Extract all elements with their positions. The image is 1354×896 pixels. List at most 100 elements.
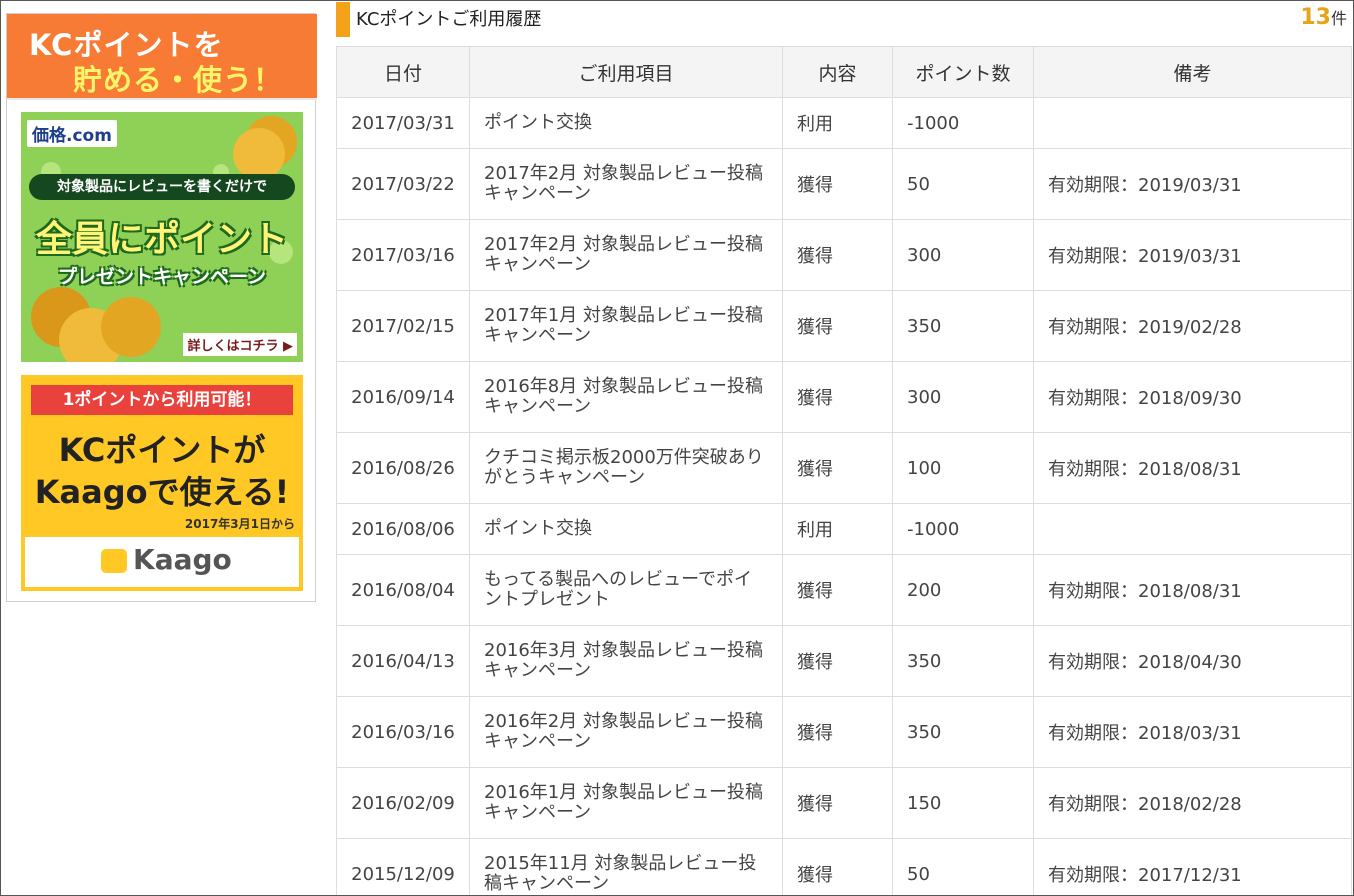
cell-type: 獲得 bbox=[782, 148, 893, 220]
header-item: ご利用項目 bbox=[469, 46, 783, 98]
cell-points: 350 bbox=[892, 290, 1034, 362]
cell-points: 350 bbox=[892, 696, 1034, 768]
cell-type: 獲得 bbox=[782, 219, 893, 291]
cell-date: 2017/03/16 bbox=[336, 219, 470, 291]
cell-item: もってる製品へのレビューでポイントプレゼント bbox=[469, 554, 783, 626]
cell-points: 200 bbox=[892, 554, 1034, 626]
cell-note: 有効期限：2019/02/28 bbox=[1033, 290, 1352, 362]
header-points: ポイント数 bbox=[892, 46, 1034, 98]
cell-points: -1000 bbox=[892, 503, 1034, 555]
header-date: 日付 bbox=[336, 46, 470, 98]
kaago-logo: Kaago bbox=[133, 543, 232, 576]
cell-date: 2016/09/14 bbox=[336, 361, 470, 433]
cell-item: 2015年11月 対象製品レビュー投稿キャンペーン bbox=[469, 838, 783, 895]
cell-note bbox=[1033, 503, 1352, 555]
cell-date: 2017/03/22 bbox=[336, 148, 470, 220]
cell-date: 2016/08/06 bbox=[336, 503, 470, 555]
banner1-ribbon: 対象製品にレビューを書くだけで bbox=[29, 174, 295, 200]
cell-date: 2017/02/15 bbox=[336, 290, 470, 362]
cell-date: 2016/08/04 bbox=[336, 554, 470, 626]
page-title: KCポイントご利用履歴 bbox=[356, 9, 542, 30]
cell-points: 150 bbox=[892, 767, 1034, 839]
cell-item: 2016年3月 対象製品レビュー投稿キャンペーン bbox=[469, 625, 783, 697]
cell-item: ポイント交換 bbox=[469, 97, 783, 149]
details-link[interactable]: 詳しくはコチラ ▶ bbox=[183, 333, 297, 356]
cell-note: 有効期限：2018/03/31 bbox=[1033, 696, 1352, 768]
cell-points: 300 bbox=[892, 219, 1034, 291]
cell-points: 50 bbox=[892, 838, 1034, 895]
table-row: 2015/12/09 2015年11月 対象製品レビュー投稿キャンペーン 獲得 50 有… bbox=[336, 838, 1352, 895]
section-title-bar: KCポイントご利用履歴 13件 bbox=[336, 1, 1351, 39]
table-row: 2016/02/09 2016年1月 対象製品レビュー投稿キャンペーン 獲得 150 有… bbox=[336, 767, 1352, 839]
cell-points: 350 bbox=[892, 625, 1034, 697]
cell-item: 2017年1月 対象製品レビュー投稿キャンペーン bbox=[469, 290, 783, 362]
table-row: 2017/02/15 2017年1月 対象製品レビュー投稿キャンペーン 獲得 350 有… bbox=[336, 290, 1352, 362]
cell-date: 2016/02/09 bbox=[336, 767, 470, 839]
table-row: 2016/04/13 2016年3月 対象製品レビュー投稿キャンペーン 獲得 350 有… bbox=[336, 625, 1352, 697]
cell-item: クチコミ掲示板2000万件突破ありがとうキャンペーン bbox=[469, 432, 783, 504]
cell-item: 2016年8月 対象製品レビュー投稿キャンペーン bbox=[469, 361, 783, 433]
table-row: 2016/09/14 2016年8月 対象製品レビュー投稿キャンペーン 獲得 300 有… bbox=[336, 361, 1352, 433]
cell-date: 2016/04/13 bbox=[336, 625, 470, 697]
table-row: 2017/03/31 ポイント交換 利用 -1000 bbox=[336, 97, 1352, 149]
banner1-sub-text: プレゼントキャンペーン bbox=[57, 266, 267, 288]
cell-type: 獲得 bbox=[782, 554, 893, 626]
cell-type: 利用 bbox=[782, 503, 893, 555]
page-frame: KCポイントを 貯める・使う！ 価格.com 対象製品にレビューを書くだけで 全… bbox=[0, 0, 1354, 896]
cell-points: 50 bbox=[892, 148, 1034, 220]
record-count-unit: 件 bbox=[1330, 9, 1347, 28]
banner1-main-text: 全員にポイント bbox=[35, 219, 288, 260]
points-history-table: 日付 ご利用項目 内容 ポイント数 備考 2017/03/31 ポイント交換 利用 -1000… bbox=[336, 46, 1352, 895]
cell-type: 獲得 bbox=[782, 767, 893, 839]
banner2-ribbon: 1ポイントから利用可能！ bbox=[31, 385, 293, 415]
record-count-number: 13 bbox=[1300, 5, 1331, 30]
cell-type: 獲得 bbox=[782, 625, 893, 697]
cell-note: 有効期限：2018/08/31 bbox=[1033, 432, 1352, 504]
cell-points: -1000 bbox=[892, 97, 1034, 149]
cell-points: 100 bbox=[892, 432, 1034, 504]
cell-note: 有効期限：2019/03/31 bbox=[1033, 148, 1352, 220]
sidebar: KCポイントを 貯める・使う！ 価格.com 対象製品にレビューを書くだけで 全… bbox=[6, 13, 317, 602]
banner2-start-date: 2017年3月1日から bbox=[184, 517, 295, 531]
cell-date: 2017/03/31 bbox=[336, 97, 470, 149]
table-row: 2016/08/04 もってる製品へのレビューでポイントプレゼント 獲得 200 有効期… bbox=[336, 554, 1352, 626]
cell-type: 獲得 bbox=[782, 361, 893, 433]
cell-note: 有効期限：2018/02/28 bbox=[1033, 767, 1352, 839]
cell-note: 有効期限：2019/03/31 bbox=[1033, 219, 1352, 291]
header-line2: 貯める・使う！ bbox=[73, 63, 284, 97]
banner2-line2: Kaagoで使える! bbox=[34, 473, 290, 511]
table-row: 2016/08/06 ポイント交換 利用 -1000 bbox=[336, 503, 1352, 555]
cell-date: 2016/03/16 bbox=[336, 696, 470, 768]
table-row: 2017/03/22 2017年2月 対象製品レビュー投稿キャンペーン 獲得 50 有効… bbox=[336, 148, 1352, 220]
review-campaign-banner[interactable]: 価格.com 対象製品にレビューを書くだけで 全員にポイント プレゼントキャンペ… bbox=[21, 112, 303, 362]
cell-date: 2016/08/26 bbox=[336, 432, 470, 504]
kaago-logo-box: Kaago bbox=[25, 537, 299, 587]
kakaku-logo: 価格.com bbox=[27, 120, 117, 147]
points-header-banner[interactable]: KCポイントを 貯める・使う！ bbox=[7, 14, 317, 100]
cell-type: 獲得 bbox=[782, 696, 893, 768]
cell-item: ポイント交換 bbox=[469, 503, 783, 555]
cell-note: 有効期限：2017/12/31 bbox=[1033, 838, 1352, 895]
cell-item: 2016年1月 対象製品レビュー投稿キャンペーン bbox=[469, 767, 783, 839]
table-row: 2016/03/16 2016年2月 対象製品レビュー投稿キャンペーン 獲得 350 有… bbox=[336, 696, 1352, 768]
header-type: 内容 bbox=[782, 46, 893, 98]
kaago-banner[interactable]: 1ポイントから利用可能！ KCポイントが Kaagoで使える! 2017年3月1… bbox=[21, 375, 303, 591]
table-row: 2016/08/26 クチコミ掲示板2000万件突破ありがとうキャンペーン 獲得 10… bbox=[336, 432, 1352, 504]
cell-note: 有効期限：2018/08/31 bbox=[1033, 554, 1352, 626]
table-body: 2017/03/31 ポイント交換 利用 -1000 2017/03/22 2017年2月… bbox=[336, 97, 1352, 895]
cell-item: 2016年2月 対象製品レビュー投稿キャンペーン bbox=[469, 696, 783, 768]
cell-type: 獲得 bbox=[782, 432, 893, 504]
cell-date: 2015/12/09 bbox=[336, 838, 470, 895]
kaago-smile-icon bbox=[101, 549, 127, 573]
cell-note: 有効期限：2018/04/30 bbox=[1033, 625, 1352, 697]
cell-type: 利用 bbox=[782, 97, 893, 149]
cell-type: 獲得 bbox=[782, 290, 893, 362]
record-count: 13件 bbox=[1300, 5, 1347, 30]
cell-note: 有効期限：2018/09/30 bbox=[1033, 361, 1352, 433]
banner2-line1: KCポイントが bbox=[58, 431, 266, 469]
cell-item: 2017年2月 対象製品レビュー投稿キャンペーン bbox=[469, 219, 783, 291]
table-header-row: 日付 ご利用項目 内容 ポイント数 備考 bbox=[336, 46, 1352, 98]
title-accent-bar bbox=[336, 2, 350, 37]
cell-type: 獲得 bbox=[782, 838, 893, 895]
cell-points: 300 bbox=[892, 361, 1034, 433]
